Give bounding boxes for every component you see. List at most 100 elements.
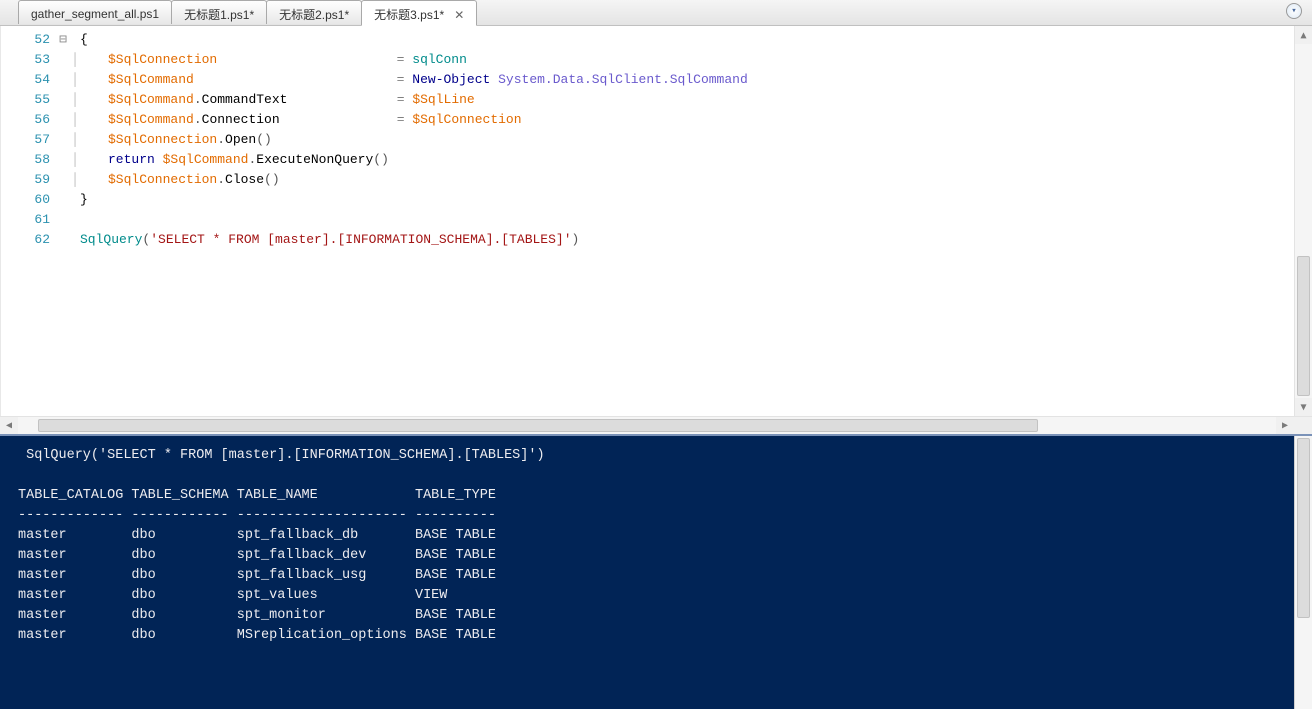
token: = (397, 92, 405, 107)
token: $SqlConnection (108, 52, 217, 67)
tab-3[interactable]: 无标题3.ps1* ✕ (361, 0, 477, 26)
code-line[interactable]: 60} (18, 190, 1294, 210)
fold-toggle-icon (56, 210, 70, 230)
token (287, 92, 396, 107)
console-text[interactable]: SqlQuery('SELECT * FROM [master].[INFORM… (18, 446, 1294, 686)
line-number: 57 (18, 130, 56, 150)
scroll-up-icon[interactable]: ▲ (1295, 26, 1312, 44)
editor-area[interactable]: 52⊟{53│$SqlConnection = sqlConn54│$SqlCo… (0, 26, 1312, 416)
line-number: 62 (18, 230, 56, 250)
editor-left-margin (0, 26, 18, 416)
indent-guide (70, 190, 80, 210)
code-content[interactable]: $SqlConnection = sqlConn (80, 50, 467, 70)
code-content[interactable]: } (80, 190, 88, 210)
token: $SqlCommand (108, 72, 194, 87)
indent-guide (70, 230, 80, 250)
token: Connection (202, 112, 280, 127)
token (490, 72, 498, 87)
code-line[interactable]: 53 │$SqlConnection = sqlConn (18, 50, 1294, 70)
console-output[interactable]: SqlQuery('SELECT * FROM [master].[INFORM… (0, 436, 1294, 709)
indent-guide: │ (70, 170, 80, 190)
line-number: 59 (18, 170, 56, 190)
code-scroll[interactable]: 52⊟{53│$SqlConnection = sqlConn54│$SqlCo… (18, 26, 1294, 416)
console-area[interactable]: SqlQuery('SELECT * FROM [master].[INFORM… (0, 434, 1312, 709)
token: System.Data.SqlClient.SqlCommand (498, 72, 748, 87)
code-line[interactable]: 61 (18, 210, 1294, 230)
scroll-down-icon[interactable]: ▼ (1295, 398, 1312, 416)
code-line[interactable]: 55 │$SqlCommand.CommandText = $SqlLine (18, 90, 1294, 110)
code-content[interactable]: { (80, 30, 88, 50)
code-content[interactable]: $SqlCommand = New-Object System.Data.Sql… (80, 70, 748, 90)
ide-window: gather_segment_all.ps1 无标题1.ps1* 无标题2.ps1*… (0, 0, 1312, 709)
fold-toggle-icon (56, 230, 70, 250)
close-icon[interactable]: ✕ (454, 9, 464, 21)
indent-guide: │ (70, 90, 80, 110)
code-line[interactable]: 58│return $SqlCommand.ExecuteNonQuery() (18, 150, 1294, 170)
dropdown-icon[interactable] (1286, 3, 1302, 19)
code-content[interactable]: $SqlConnection.Open() (80, 130, 272, 150)
token: $SqlConnection (412, 112, 521, 127)
scroll-left-icon[interactable]: ◀ (0, 417, 18, 434)
tab-2[interactable]: 无标题2.ps1* (266, 0, 362, 24)
token: ExecuteNonQuery (256, 152, 373, 167)
indent-guide: │ (70, 70, 80, 90)
fold-toggle-icon (56, 70, 70, 90)
fold-toggle-icon (56, 130, 70, 150)
tab-0[interactable]: gather_segment_all.ps1 (18, 0, 172, 24)
hscroll-track[interactable] (18, 417, 1276, 434)
line-number: 58 (18, 150, 56, 170)
code-line[interactable]: 57 │$SqlConnection.Open() (18, 130, 1294, 150)
token: $SqlConnection (108, 132, 217, 147)
scroll-thumb[interactable] (1297, 256, 1310, 396)
token: $SqlCommand (108, 112, 194, 127)
tab-label: 无标题3.ps1* (374, 6, 444, 23)
tab-label: 无标题1.ps1* (184, 6, 254, 23)
token (280, 112, 397, 127)
code-content[interactable]: $SqlConnection.Close() (80, 170, 280, 190)
line-number: 54 (18, 70, 56, 90)
scroll-right-icon[interactable]: ▶ (1276, 417, 1294, 434)
token (155, 152, 163, 167)
line-number: 53 (18, 50, 56, 70)
fold-toggle-icon (56, 50, 70, 70)
token: return (108, 152, 155, 167)
indent-guide: │ (70, 130, 80, 150)
tabs-bar: gather_segment_all.ps1 无标题1.ps1* 无标题2.ps1*… (0, 0, 1312, 26)
token: sqlConn (412, 52, 467, 67)
editor-console-wrap: 52⊟{53│$SqlConnection = sqlConn54│$SqlCo… (0, 26, 1312, 709)
indent-guide (70, 30, 80, 50)
line-number: 56 (18, 110, 56, 130)
code-line[interactable]: 59 │$SqlConnection.Close() (18, 170, 1294, 190)
token: () (256, 132, 272, 147)
token: () (264, 172, 280, 187)
token: = (397, 112, 405, 127)
editor-horizontal-scrollbar[interactable]: ◀ ▶ (0, 416, 1312, 434)
token: . (217, 132, 225, 147)
code-line[interactable]: 54 │$SqlCommand = New-Object System.Data.… (18, 70, 1294, 90)
code-lines[interactable]: 52⊟{53│$SqlConnection = sqlConn54│$SqlCo… (18, 26, 1294, 250)
token: $SqlCommand (163, 152, 249, 167)
line-number: 61 (18, 210, 56, 230)
indent-guide: │ (70, 50, 80, 70)
token: 'SELECT * FROM [master].[INFORMATION_SCH… (150, 232, 571, 247)
token: . (217, 172, 225, 187)
console-vertical-scrollbar[interactable] (1294, 436, 1312, 709)
token: $SqlConnection (108, 172, 217, 187)
indent-guide (70, 210, 80, 230)
console-scroll-thumb[interactable] (1297, 438, 1310, 618)
code-line[interactable]: 62 SqlQuery('SELECT * FROM [master].[INFO… (18, 230, 1294, 250)
code-content[interactable]: return $SqlCommand.ExecuteNonQuery() (80, 150, 389, 170)
code-line[interactable]: 56│$SqlCommand.Connection = $SqlConnecti… (18, 110, 1294, 130)
token: { (80, 32, 88, 47)
token (217, 52, 396, 67)
fold-toggle-icon[interactable]: ⊟ (56, 30, 70, 50)
tab-1[interactable]: 无标题1.ps1* (171, 0, 267, 24)
code-line[interactable]: 52⊟{ (18, 30, 1294, 50)
line-number: 60 (18, 190, 56, 210)
code-content[interactable]: SqlQuery('SELECT * FROM [master].[INFORM… (80, 230, 579, 250)
code-content[interactable]: $SqlCommand.CommandText = $SqlLine (80, 90, 475, 110)
code-content[interactable]: $SqlCommand.Connection = $SqlConnection (80, 110, 522, 130)
hscroll-thumb[interactable] (38, 419, 1038, 432)
editor-vertical-scrollbar[interactable]: ▲ ▼ (1294, 26, 1312, 416)
line-number: 55 (18, 90, 56, 110)
